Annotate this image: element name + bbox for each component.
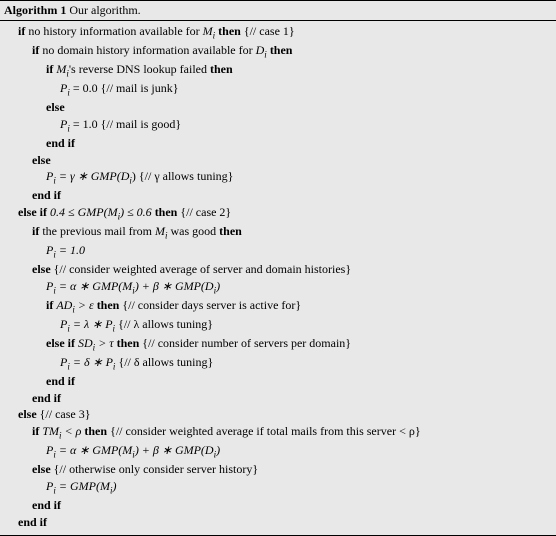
algo-line: end if [4,135,552,152]
algorithm-header: Algorithm 1 Our algorithm. [0,1,556,21]
algo-line: if no domain history information availab… [4,42,552,61]
algo-line: else if 0.4 ≤ GMP(Mi) ≤ 0.6 then {// cas… [4,204,552,223]
algo-line: else [4,99,552,116]
algo-line: Pi = 1.0 [4,242,552,261]
algo-line: end if [4,187,552,204]
algo-line: Pi = γ ∗ GMP(Di) {// γ allows tuning} [4,168,552,187]
algo-line: if ADi > ε then {// consider days server… [4,297,552,316]
algo-line: end if [4,390,552,407]
algorithm-title: Our algorithm. [66,3,140,17]
algo-line: Pi = GMP(Mi) [4,478,552,497]
algo-line: Pi = α ∗ GMP(Mi) + β ∗ GMP(Di) [4,278,552,297]
algo-line: else {// otherwise only consider server … [4,461,552,478]
algo-line: else [4,152,552,169]
algo-line: end if [4,373,552,390]
algo-line: if the previous mail from Mi was good th… [4,223,552,242]
algo-line: Pi = λ ∗ Pi {// λ allows tuning} [4,316,552,335]
algo-line: end if [4,514,552,531]
algo-line: if no history information available for … [4,23,552,42]
algo-line: Pi = 1.0 {// mail is good} [4,116,552,135]
algo-line: if TMi < ρ then {// consider weighted av… [4,423,552,442]
algo-line: else {// consider weighted average of se… [4,261,552,278]
algo-line: else if SDi > τ then {// consider number… [4,335,552,354]
algorithm-body: if no history information available for … [0,21,556,535]
algo-line: if Mi's reverse DNS lookup failed then [4,61,552,80]
algorithm-block: Algorithm 1 Our algorithm. if no history… [0,0,556,536]
algo-line: else {// case 3} [4,406,552,423]
algorithm-number: Algorithm 1 [4,3,66,17]
algo-line: Pi = α ∗ GMP(Mi) + β ∗ GMP(Di) [4,442,552,461]
algo-line: end if [4,497,552,514]
algo-line: Pi = 0.0 {// mail is junk} [4,80,552,99]
algo-line: Pi = δ ∗ Pi {// δ allows tuning} [4,354,552,373]
